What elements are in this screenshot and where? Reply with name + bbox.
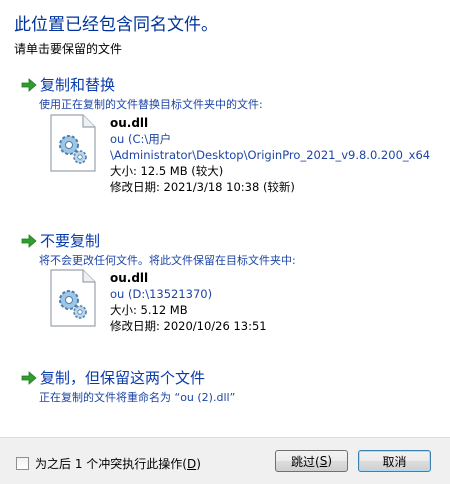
dialog-title: 此位置已经包含同名文件。 <box>14 15 218 35</box>
option-description: 将不会更改任何文件。将此文件保留在目标文件夹中: <box>39 254 296 267</box>
skip-button[interactable]: 跳过(S) <box>275 450 348 472</box>
file-name: ou.dll <box>110 116 149 130</box>
checkbox-box[interactable] <box>16 457 29 470</box>
file-size: 大小: 12.5 MB (较大) <box>110 164 224 178</box>
cancel-button[interactable]: 取消 <box>358 450 431 472</box>
skip-file-info: ou.dll ou (D:\13521370) 大小: 5.12 MB 修改日期… <box>110 270 267 334</box>
option-description: 使用正在复制的文件替换目标文件夹中的文件: <box>39 98 263 111</box>
apply-to-all-checkbox[interactable]: 为之后 1 个冲突执行此操作(D) <box>16 455 201 472</box>
file-modified: 修改日期: 2020/10/26 13:51 <box>110 319 267 333</box>
green-arrow-icon <box>21 77 37 92</box>
file-location: ou (C:\用户 <box>110 132 172 146</box>
checkbox-label: 为之后 1 个冲突执行此操作(D) <box>35 457 201 471</box>
green-arrow-icon <box>21 233 37 248</box>
dll-file-gear-icon <box>50 269 96 327</box>
file-name: ou.dll <box>110 271 149 285</box>
option-title: 复制，但保留这两个文件 <box>40 369 206 387</box>
dll-file-gear-icon <box>50 114 96 172</box>
dialog-subtitle: 请单击要保留的文件 <box>14 42 123 56</box>
file-location: ou (D:\13521370) <box>110 287 213 301</box>
option-description: 正在复制的文件将重命名为 “ou (2).dll” <box>39 391 236 404</box>
option-title: 不要复制 <box>40 232 101 250</box>
file-size: 大小: 5.12 MB <box>110 303 188 317</box>
replace-file-info: ou.dll ou (C:\用户 \Administrator\Desktop\… <box>110 115 430 195</box>
file-location-continued: \Administrator\Desktop\OriginPro_2021_v9… <box>110 148 431 162</box>
file-modified: 修改日期: 2021/3/18 10:38 (较新) <box>110 180 295 194</box>
dialog-footer: 为之后 1 个冲突执行此操作(D) 跳过(S) 取消 <box>0 437 450 484</box>
green-arrow-icon <box>21 370 37 385</box>
option-title: 复制和替换 <box>40 76 116 94</box>
